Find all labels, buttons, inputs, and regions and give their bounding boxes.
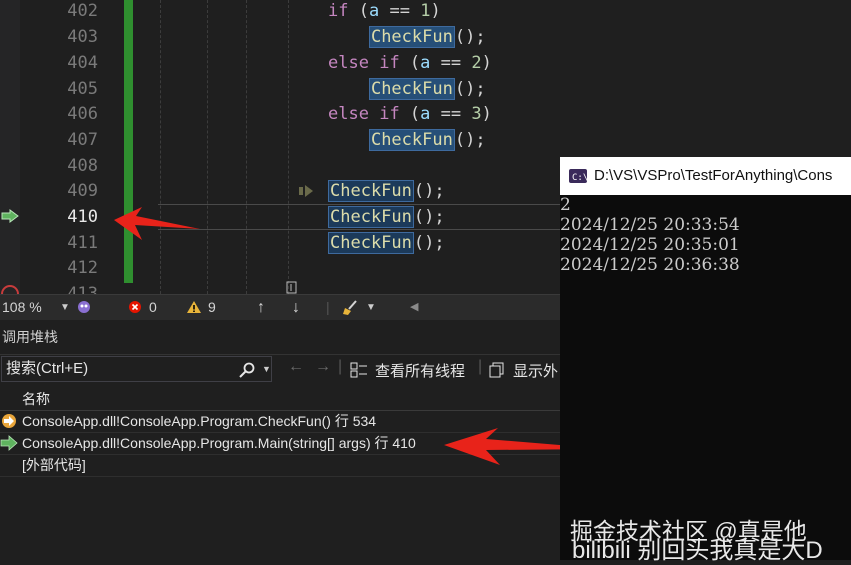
checkfun-reference[interactable]: CheckFun — [368, 26, 455, 48]
line-number: 406 — [67, 104, 98, 124]
call-stack-frame-text: [外部代码] — [22, 457, 86, 473]
code-cleanup-brush-icon[interactable] — [342, 299, 360, 316]
svg-text:C:\: C:\ — [572, 173, 587, 183]
show-external-code-button[interactable]: 显示外 — [513, 360, 558, 381]
threads-icon[interactable] — [350, 362, 368, 378]
copilot-icon[interactable] — [76, 299, 92, 315]
breakpoint-icon[interactable] — [0, 284, 20, 294]
line-number: 404 — [67, 53, 98, 73]
line-number: 403 — [67, 27, 98, 47]
call-stack-frame-text: ConsoleApp.dll!ConsoleApp.Program.Main(s… — [22, 435, 416, 451]
column-header-name[interactable]: 名称 — [22, 388, 50, 410]
checkfun-reference[interactable]: CheckFun — [328, 232, 414, 254]
separator: | — [478, 358, 483, 375]
current-frame-arrow-icon — [2, 414, 16, 428]
line-number: 409 — [67, 181, 98, 201]
forward-arrow-icon[interactable]: → — [315, 358, 331, 376]
panel-title: 调用堆栈 — [0, 320, 562, 355]
current-statement-arrow-icon — [1, 209, 19, 223]
view-all-threads-button[interactable]: 查看所有线程 — [375, 360, 465, 381]
console-window[interactable]: C:\ D:\VS\VSPro\TestForAnything\Cons 2 2… — [560, 157, 851, 560]
checkfun-reference[interactable]: CheckFun — [368, 78, 455, 100]
search-placeholder: 搜索(Ctrl+E) — [6, 360, 89, 377]
console-title: D:\VS\VSPro\TestForAnything\Cons — [594, 167, 833, 184]
code-line-current[interactable]: CheckFun (); — [328, 204, 445, 230]
cleanup-dropdown-icon[interactable]: ▼ — [366, 295, 376, 320]
console-output: 2 2024/12/25 20:33:54 2024/12/25 20:35:0… — [560, 195, 851, 275]
annotation-arrow-icon — [114, 207, 200, 240]
line-number: 408 — [67, 156, 98, 176]
zoom-level[interactable]: 108 % — [2, 295, 42, 320]
scroll-left-icon[interactable]: ◀ — [410, 295, 418, 320]
call-stack-panel: 调用堆栈 搜索(Ctrl+E) ▼ ← → | 查看所有线程 | 显示外 名称 … — [0, 320, 608, 560]
warning-count[interactable]: 9 — [208, 295, 216, 320]
line-number: 407 — [67, 130, 98, 150]
console-line: 2024/12/25 20:35:01 — [560, 235, 740, 255]
code-line[interactable]: else if (a == 2) — [328, 50, 492, 76]
error-icon[interactable] — [128, 300, 142, 314]
search-options-dropdown-icon[interactable]: ▼ — [262, 364, 271, 374]
code-line[interactable]: if (a == 1) — [328, 0, 441, 24]
bracket-marker-icon — [286, 281, 297, 294]
separator: | — [338, 358, 343, 375]
line-number-current: 410 — [67, 207, 98, 227]
call-stack-frame-text: ConsoleApp.dll!ConsoleApp.Program.CheckF… — [22, 413, 377, 429]
code-line[interactable]: CheckFun (); — [328, 127, 486, 153]
line-number: 411 — [67, 233, 98, 253]
checkfun-reference[interactable]: CheckFun — [368, 129, 455, 151]
back-arrow-icon[interactable]: ← — [288, 358, 304, 376]
zoom-dropdown-icon[interactable]: ▼ — [60, 295, 70, 320]
line-number: 405 — [67, 79, 98, 99]
run-to-click-icon[interactable] — [298, 183, 316, 199]
error-count[interactable]: 0 — [149, 295, 157, 320]
caller-frame-arrow-icon — [0, 435, 18, 451]
console-line: 2024/12/25 20:36:38 — [560, 255, 740, 275]
checkfun-reference[interactable]: CheckFun — [328, 206, 414, 228]
column-header[interactable]: 名称 — [0, 388, 560, 411]
code-line[interactable]: CheckFun (); — [328, 230, 445, 256]
next-issue-icon[interactable]: ↓ — [292, 295, 300, 320]
line-number: 402 — [67, 1, 98, 21]
code-line[interactable]: CheckFun (); — [328, 76, 486, 102]
console-line: 2 — [560, 195, 571, 215]
editor-status-bar: 108 % ▼ 0 9 ↑ ↓ | ▼ ◀ — [0, 294, 560, 320]
console-line: 2024/12/25 20:33:54 — [560, 215, 740, 235]
checkfun-reference[interactable]: CheckFun — [328, 180, 414, 202]
show-external-code-icon[interactable] — [489, 362, 505, 378]
console-app-icon: C:\ — [569, 169, 587, 183]
search-icon[interactable] — [238, 362, 256, 378]
previous-issue-icon[interactable]: ↑ — [257, 295, 265, 320]
code-line[interactable]: else if (a == 3) — [328, 101, 492, 127]
line-number: 412 — [67, 258, 98, 278]
warning-icon[interactable] — [186, 300, 202, 314]
separator: | — [326, 299, 330, 315]
call-stack-toolbar: 搜索(Ctrl+E) ▼ ← → | 查看所有线程 | 显示外 — [0, 354, 560, 386]
code-line[interactable]: CheckFun (); — [328, 24, 486, 50]
code-line[interactable]: CheckFun (); — [328, 178, 445, 204]
line-number: 413 — [67, 284, 98, 294]
code-editor[interactable]: 402 403 404 405 406 407 408 409 410 411 … — [0, 0, 560, 294]
search-input[interactable]: 搜索(Ctrl+E) — [1, 356, 272, 382]
console-title-bar[interactable]: C:\ D:\VS\VSPro\TestForAnything\Cons — [560, 157, 851, 195]
